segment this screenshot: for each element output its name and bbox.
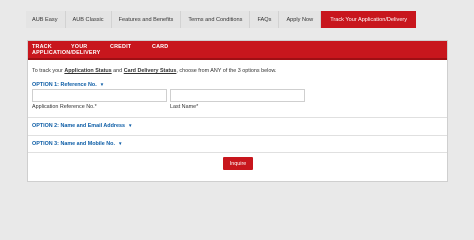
inquire-button[interactable]: Inquire xyxy=(223,157,253,170)
panel-header: TRACK APPLICATION/DELIVERY YOUR CREDIT C… xyxy=(28,41,447,60)
option-2-toggle[interactable]: OPTION 2: Name and Email Address ▼ xyxy=(32,123,132,129)
caret-down-icon: ▼ xyxy=(127,123,133,128)
last-name-input[interactable] xyxy=(170,89,305,102)
tab-features-and-benefits[interactable]: Features and Benefits xyxy=(111,11,182,28)
option-3-toggle[interactable]: OPTION 3: Name and Mobile No. ▼ xyxy=(32,141,122,147)
option-1-toggle[interactable]: OPTION 1: Reference No. ▼ xyxy=(32,82,104,88)
reference-number-label: Application Reference No.* xyxy=(32,104,97,110)
last-name-label: Last Name* xyxy=(170,104,199,110)
reference-number-input[interactable] xyxy=(32,89,167,102)
intro-card-delivery-status: Card Delivery Status xyxy=(123,68,177,74)
tab-track-application[interactable]: Track Your Application/Delivery xyxy=(321,11,417,28)
option-2-title: OPTION 2: Name and Email Address xyxy=(32,123,125,129)
panel-header-credit: CREDIT xyxy=(110,44,132,50)
track-panel: TRACK APPLICATION/DELIVERY YOUR CREDIT C… xyxy=(27,40,448,182)
option-1-title: OPTION 1: Reference No. xyxy=(32,82,97,88)
panel-header-your: YOUR xyxy=(71,44,88,50)
intro-text: To track your Application Status and Car… xyxy=(32,68,276,74)
caret-down-icon: ▼ xyxy=(117,141,123,146)
divider xyxy=(28,152,447,153)
tab-aub-classic[interactable]: AUB Classic xyxy=(65,11,112,28)
intro-suffix: , choose from ANY of the 3 options below… xyxy=(176,68,277,74)
divider xyxy=(28,135,447,136)
divider xyxy=(28,117,447,118)
tab-apply-now[interactable]: Apply Now xyxy=(279,11,322,28)
product-tabs: AUB Easy AUB Classic Features and Benefi… xyxy=(26,11,417,28)
intro-and: and xyxy=(111,68,124,74)
caret-down-icon: ▼ xyxy=(99,82,105,87)
tab-aub-easy[interactable]: AUB Easy xyxy=(26,11,66,28)
panel-header-card: CARD xyxy=(152,44,169,50)
intro-prefix: To track your xyxy=(32,68,65,74)
tab-terms-and-conditions[interactable]: Terms and Conditions xyxy=(181,11,251,28)
intro-application-status: Application Status xyxy=(64,68,112,74)
option-3-title: OPTION 3: Name and Mobile No. xyxy=(32,141,115,147)
tab-faqs[interactable]: FAQs xyxy=(250,11,280,28)
panel-header-application-delivery: APPLICATION/DELIVERY xyxy=(32,50,101,56)
